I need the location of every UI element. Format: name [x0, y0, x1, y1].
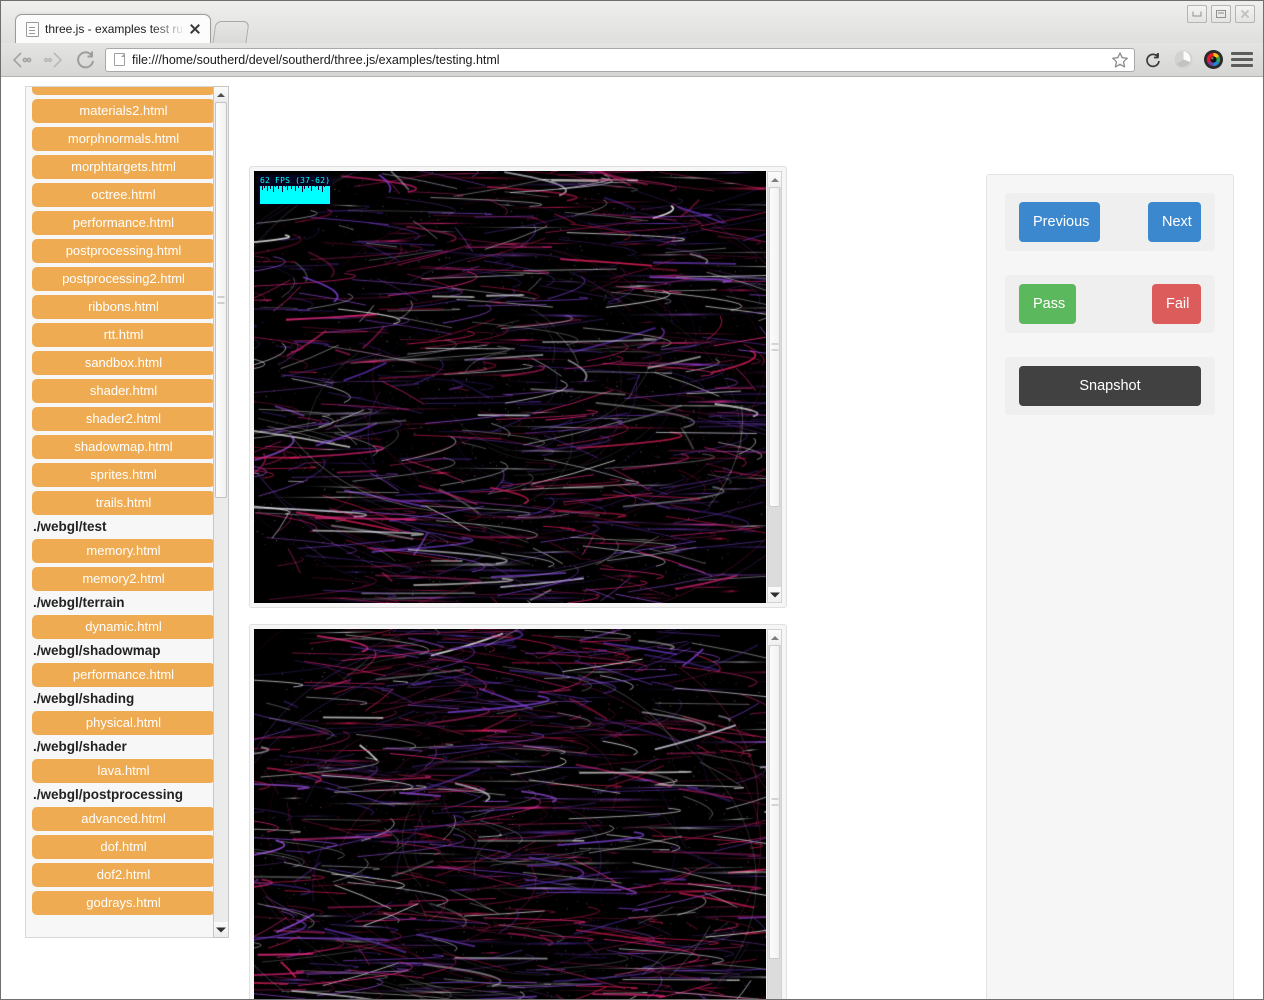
scroll-down-icon[interactable]: [214, 922, 228, 937]
pass-button[interactable]: Pass: [1019, 284, 1076, 324]
scroll-up-icon[interactable]: [214, 87, 228, 102]
minimize-button[interactable]: [1187, 5, 1207, 23]
bookmark-star-icon[interactable]: [1110, 50, 1130, 70]
test-controls-panel: Previous Next Pass Fail Snapshot: [986, 174, 1234, 999]
example-file-button[interactable]: performance.html: [32, 663, 215, 687]
page-icon: [114, 53, 125, 66]
scroll-down-icon[interactable]: [768, 587, 781, 602]
example-file-button[interactable]: morphtargets.html: [32, 155, 215, 179]
next-button[interactable]: Next: [1148, 202, 1201, 242]
title-bar: three.js - examples test ru: [1, 1, 1263, 43]
example-directory-label: ./webgl/shading: [33, 691, 135, 706]
example-file-list-items: materials.html materials2.html morphnormal…: [26, 87, 221, 925]
back-icon[interactable]: [9, 48, 35, 72]
example-file-button[interactable]: materials.html: [32, 87, 215, 95]
example-file-button[interactable]: shader2.html: [32, 407, 215, 431]
maximize-button[interactable]: [1211, 5, 1231, 23]
tab-title: three.js - examples test ru: [45, 22, 182, 36]
snapshot-button[interactable]: Snapshot: [1019, 366, 1201, 406]
example-file-button[interactable]: memory2.html: [32, 567, 215, 591]
example-file-button[interactable]: memory.html: [32, 539, 215, 563]
tab-testing-html[interactable]: three.js - examples test ru: [15, 14, 211, 43]
previous-button[interactable]: Previous: [1019, 202, 1100, 242]
example-file-button[interactable]: godrays.html: [32, 891, 215, 915]
example-directory-label: ./webgl/postprocessing: [33, 787, 184, 802]
current-render-canvas[interactable]: [254, 629, 766, 999]
navigation-button-row: Previous Next: [1005, 193, 1215, 251]
fail-button[interactable]: Fail: [1152, 284, 1201, 324]
profile-icon[interactable]: [1171, 48, 1195, 72]
sync-icon[interactable]: [1141, 48, 1165, 72]
document-icon: [26, 21, 39, 37]
particle-trails-render: [254, 171, 766, 603]
reference-render-canvas[interactable]: 62 FPS (37-62): [254, 171, 766, 603]
example-file-button[interactable]: lava.html: [32, 759, 215, 783]
fps-meter: 62 FPS (37-62): [258, 175, 332, 205]
example-file-button[interactable]: sprites.html: [32, 463, 215, 487]
forward-icon[interactable]: [41, 48, 67, 72]
address-bar[interactable]: file:///home/southerd/devel/southerd/thr…: [105, 47, 1135, 72]
tab-strip: three.js - examples test ru: [15, 13, 250, 43]
verdict-button-row: Pass Fail: [1005, 275, 1215, 333]
example-file-button[interactable]: performance.html: [32, 211, 215, 235]
fps-label: 62 FPS (37-62): [260, 176, 331, 185]
example-file-button[interactable]: dynamic.html: [32, 615, 215, 639]
close-window-button[interactable]: [1235, 5, 1255, 23]
sidebar-scroll-track[interactable]: [214, 102, 228, 922]
page-viewport: materials.html materials2.html morphnormal…: [1, 77, 1263, 999]
browser-toolbar: file:///home/southerd/devel/southerd/thr…: [1, 43, 1263, 77]
sidebar-scroll-thumb[interactable]: [215, 102, 227, 498]
example-file-button[interactable]: ribbons.html: [32, 295, 215, 319]
frame-scroll-thumb[interactable]: [769, 645, 780, 959]
reference-render-panel: 62 FPS (37-62): [249, 166, 787, 608]
current-frame-scrollbar[interactable]: [767, 629, 782, 999]
example-file-button[interactable]: sandbox.html: [32, 351, 215, 375]
scroll-up-icon[interactable]: [768, 630, 781, 645]
example-file-button[interactable]: physical.html: [32, 711, 215, 735]
example-file-button[interactable]: octree.html: [32, 183, 215, 207]
sidebar-vertical-scrollbar[interactable]: [213, 86, 229, 938]
example-file-button[interactable]: materials2.html: [32, 99, 215, 123]
frame-scroll-track[interactable]: [768, 187, 781, 587]
example-file-button[interactable]: postprocessing2.html: [32, 267, 215, 291]
example-file-button[interactable]: shadowmap.html: [32, 435, 215, 459]
example-file-button[interactable]: postprocessing.html: [32, 239, 215, 263]
example-file-button[interactable]: dof.html: [32, 835, 215, 859]
fps-graph-bar: [329, 186, 330, 204]
example-file-button[interactable]: shader.html: [32, 379, 215, 403]
example-directory-label: ./webgl/shadowmap: [33, 643, 161, 658]
reference-frame-scrollbar[interactable]: [767, 171, 782, 603]
example-file-button[interactable]: rtt.html: [32, 323, 215, 347]
example-directory-label: ./webgl/test: [33, 519, 107, 534]
close-icon[interactable]: [188, 22, 202, 36]
camera-icon[interactable]: [1201, 48, 1225, 72]
example-file-button[interactable]: trails.html: [32, 491, 215, 515]
current-render-panel: [249, 624, 787, 999]
browser-window: three.js - examples test ru file:///home…: [0, 0, 1264, 1000]
example-file-button[interactable]: morphnormals.html: [32, 127, 215, 151]
url-input[interactable]: file:///home/southerd/devel/southerd/thr…: [132, 53, 1103, 67]
frame-scroll-thumb[interactable]: [769, 187, 780, 507]
new-tab-button[interactable]: [212, 21, 250, 43]
snapshot-button-row: Snapshot: [1005, 357, 1215, 415]
example-file-button[interactable]: advanced.html: [32, 807, 215, 831]
example-directory-label: ./webgl/shader: [33, 739, 127, 754]
reload-icon[interactable]: [73, 48, 99, 72]
example-directory-label: ./webgl/terrain: [33, 595, 125, 610]
scroll-up-icon[interactable]: [768, 172, 781, 187]
fps-graph: [260, 186, 330, 204]
example-file-button[interactable]: dof2.html: [32, 863, 215, 887]
example-file-list: materials.html materials2.html morphnormal…: [25, 86, 221, 938]
menu-icon[interactable]: [1231, 49, 1253, 71]
frame-scroll-track[interactable]: [768, 645, 781, 999]
window-controls: [1187, 5, 1255, 23]
particle-trails-render: [254, 629, 766, 999]
